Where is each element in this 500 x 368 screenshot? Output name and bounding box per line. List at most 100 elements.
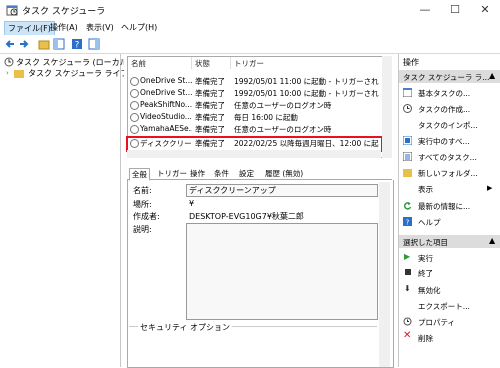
task-name: OneDrive St... [140, 76, 192, 85]
description-field[interactable] [186, 223, 378, 320]
task-trigger: 任意のユーザーのログオン時 [234, 101, 332, 110]
horizontal-scrollbar[interactable] [127, 150, 381, 158]
task-trigger: 任意のユーザーのログオン時 [234, 125, 332, 134]
window-title: タスク スケジューラ [22, 7, 106, 17]
tree-root[interactable]: タスク スケジューラ (ローカル) [16, 57, 131, 68]
action-properties[interactable]: プロパティ [418, 317, 455, 328]
menu-view[interactable]: 表示(V) [83, 21, 117, 34]
close-button[interactable]: ✕ [470, 0, 500, 20]
running-tasks-icon [403, 136, 412, 145]
action-create-basic-task[interactable]: 基本タスクの... [418, 88, 470, 99]
action-enable-history[interactable]: すべてのタスク... [418, 152, 477, 163]
tab-conditions[interactable]: 条件 [212, 168, 231, 179]
action-end[interactable]: 終了 [418, 268, 433, 279]
actions-section-library-label: タスク スケジューラ ラ... [403, 73, 490, 82]
table-row[interactable]: OneDrive St... 準備完了 1992/05/01 10:00 に起動 -… [128, 87, 380, 99]
disable-icon: ⬇ [404, 284, 411, 293]
action-new-folder[interactable]: 新しいフォルダ... [418, 168, 478, 179]
name-value: ディスククリーンアップ [189, 186, 276, 195]
action-display-running[interactable]: 実行中のすべ... [418, 136, 470, 147]
properties-icon [403, 317, 412, 326]
tab-triggers[interactable]: トリガー [155, 168, 189, 179]
action-import-task[interactable]: タスクのインポ... [418, 120, 478, 131]
column-header-trigger[interactable]: トリガー [234, 58, 264, 69]
tab-history[interactable]: 履歴 (無効) [263, 168, 305, 179]
task-name: VideoStudio... [140, 112, 192, 121]
action-pane-icon[interactable] [88, 38, 100, 50]
navigation-pane [0, 54, 121, 367]
clock-icon [130, 77, 139, 86]
task-name: YamahaAESe... [140, 124, 192, 133]
table-row[interactable]: PeakShiftNo... 準備完了 任意のユーザーのログオン時 [128, 99, 380, 111]
menu-action[interactable]: 操作(A) [47, 21, 81, 34]
help-icon[interactable]: ? [71, 38, 83, 50]
action-view[interactable]: 表示 [418, 184, 433, 195]
clock-icon [130, 89, 139, 98]
menu-help[interactable]: ヘルプ(H) [118, 21, 160, 34]
tab-actions[interactable]: 操作 [188, 168, 207, 179]
table-row[interactable]: YamahaAESe... 準備完了 任意のユーザーのログオン時 [128, 123, 380, 135]
task-status: 準備完了 [195, 125, 225, 134]
author-value: DESKTOP-EVG10G7¥秋葉二郎 [189, 212, 304, 221]
security-options-label: セキュリティ オプション [138, 322, 233, 333]
show-pane-icon[interactable] [53, 38, 65, 50]
table-row[interactable]: VideoStudio... 準備完了 毎日 16:00 に起動 [128, 111, 380, 123]
minimize-button[interactable]: — [410, 0, 440, 20]
description-label: 説明: [133, 225, 152, 234]
action-run[interactable]: 実行 [418, 253, 433, 264]
back-arrow-icon[interactable] [4, 38, 16, 50]
list-scrollbar[interactable] [382, 56, 392, 158]
action-delete[interactable]: 削除 [418, 333, 433, 344]
forward-arrow-icon[interactable] [18, 38, 30, 50]
task-trigger: 1992/05/01 11:00 に起動 - トリガーされた後、1 [234, 77, 379, 86]
task-status: 準備完了 [195, 113, 225, 122]
action-help[interactable]: ヘルプ [418, 217, 441, 228]
task-trigger: 毎日 16:00 に起動 [234, 113, 298, 122]
delete-icon: ✕ [403, 330, 412, 341]
name-label: 名前: [133, 186, 152, 195]
run-icon: ▶ [404, 252, 411, 261]
svg-text:?: ? [406, 219, 410, 227]
basic-task-icon [403, 88, 412, 97]
action-disable[interactable]: 無効化 [418, 285, 441, 296]
tab-settings[interactable]: 設定 [237, 168, 256, 179]
refresh-icon [403, 202, 412, 210]
actions-header: 操作 [403, 58, 419, 67]
task-status: 準備完了 [195, 77, 225, 86]
location-value: ¥ [189, 199, 195, 208]
folder-up-icon[interactable] [38, 38, 50, 50]
task-trigger: 1992/05/01 10:00 に起動 - トリガーされた後、1 [234, 89, 379, 98]
actions-section-selected-label: 選択した項目 [403, 238, 448, 247]
column-divider[interactable] [191, 57, 192, 69]
column-divider[interactable] [230, 57, 231, 69]
clock-icon [130, 125, 139, 134]
maximize-button[interactable]: ☐ [440, 0, 470, 20]
task-status: 準備完了 [195, 101, 225, 110]
folder-icon [14, 70, 24, 78]
submenu-arrow-icon: ▶ [487, 184, 493, 192]
create-task-icon [403, 104, 412, 113]
column-header-name[interactable]: 名前 [131, 58, 146, 69]
svg-text:?: ? [75, 41, 80, 51]
action-refresh[interactable]: 最新の情報に... [418, 201, 470, 212]
chevron-right-icon[interactable]: › [6, 69, 9, 77]
detail-scrollbar[interactable] [379, 182, 390, 367]
action-create-task[interactable]: タスクの作成... [418, 104, 470, 115]
end-icon [405, 269, 411, 275]
task-name: OneDrive St... [140, 88, 192, 97]
location-label: 場所: [133, 200, 152, 209]
collapse-icon[interactable]: ▲ [489, 236, 495, 245]
scheduler-root-icon [4, 57, 14, 67]
column-header-status[interactable]: 状態 [195, 58, 210, 69]
help-icon: ? [403, 217, 412, 226]
task-name: PeakShiftNo... [140, 100, 192, 109]
new-folder-icon [403, 169, 412, 177]
clock-icon [130, 113, 139, 122]
collapse-icon[interactable]: ▲ [489, 71, 495, 80]
action-export[interactable]: エクスポート... [418, 301, 470, 312]
table-row[interactable]: OneDrive St... 準備完了 1992/05/01 11:00 に起動 -… [128, 75, 380, 87]
task-status: 準備完了 [195, 89, 225, 98]
clock-icon [130, 101, 139, 110]
author-label: 作成者: [133, 212, 160, 221]
task-scheduler-icon [6, 5, 18, 16]
